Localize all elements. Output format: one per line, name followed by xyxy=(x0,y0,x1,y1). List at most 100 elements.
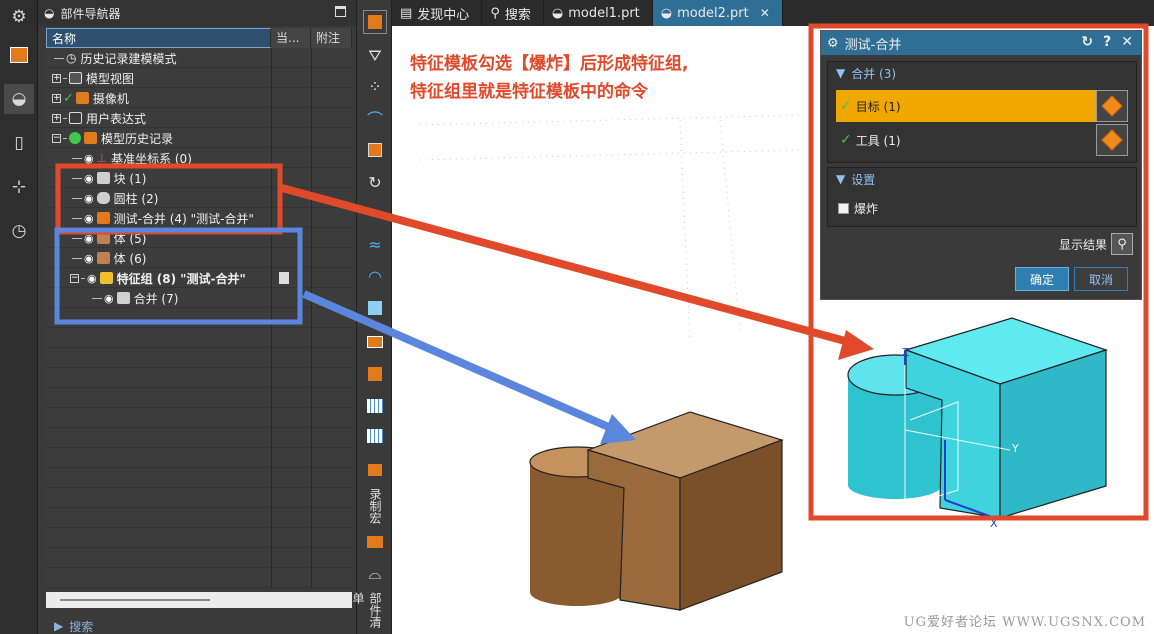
horizontal-scrollbar[interactable] xyxy=(46,592,352,608)
column-note[interactable]: 附注 xyxy=(311,28,352,48)
tree-row-feature-group[interactable]: − ◉ 特征组 (8) "测试-合并" xyxy=(46,268,352,288)
camera-icon xyxy=(75,92,89,104)
tree-row-user-expressions[interactable]: + 用户表达式 xyxy=(46,108,352,128)
cube-icon xyxy=(1101,129,1123,151)
tree-row-cameras[interactable]: + ✓ 摄像机 xyxy=(46,88,352,108)
attribute-tool-icon[interactable] xyxy=(363,362,387,386)
eye-icon[interactable]: ◉ xyxy=(84,252,94,265)
collapse-icon[interactable]: − xyxy=(52,133,61,143)
expand-icon[interactable]: + xyxy=(52,113,61,123)
triangle-down-icon: ▼ xyxy=(836,172,846,186)
navigator-tree: ◷ 历史记录建模模式 + 模型视图 + ✓ 摄像机 + 用户表达式 − 模型历史… xyxy=(46,48,352,588)
check-icon: ✓ xyxy=(840,98,852,114)
check-icon: ✓ xyxy=(63,90,74,106)
expand-icon[interactable]: + xyxy=(52,93,61,103)
cut-tool-icon[interactable]: ⌓ xyxy=(363,562,387,586)
search-section[interactable]: ▶ 搜索 xyxy=(46,618,352,634)
book-tool-icon[interactable] xyxy=(363,330,387,354)
assembly-navigator-icon[interactable] xyxy=(4,40,34,70)
eye-icon[interactable]: ◉ xyxy=(87,272,97,285)
tree-row-cylinder[interactable]: ◉ 圆柱 (2) xyxy=(46,188,352,208)
reset-icon[interactable]: ↻ xyxy=(1081,34,1093,50)
tree-row-history-mode[interactable]: ◷ 历史记录建模模式 xyxy=(46,48,352,68)
table-tool-icon[interactable] xyxy=(363,394,387,418)
record-macro-label[interactable]: 录制宏 xyxy=(366,488,384,524)
close-icon[interactable]: ✕ xyxy=(760,6,770,20)
collapse-icon[interactable]: − xyxy=(70,273,79,283)
part-navigator-icon[interactable]: ◒ xyxy=(4,84,34,114)
part-icon: ◒ xyxy=(551,5,564,21)
constraint-navigator-icon[interactable]: ⊹ xyxy=(4,172,34,202)
tree-row-body-5[interactable]: ◉ 体 (5) xyxy=(46,228,352,248)
spline-tool-icon[interactable]: ≈ xyxy=(363,232,387,256)
body-icon xyxy=(96,252,110,264)
part-list-label[interactable]: 部件清单 xyxy=(351,592,384,634)
tab-model2[interactable]: ◒ model2.prt ✕ xyxy=(652,0,783,26)
navigator-title-bar: ◒ 部件导航器 xyxy=(38,0,356,26)
group-status-icon xyxy=(279,272,289,284)
explode-checkbox[interactable] xyxy=(838,203,849,214)
column-current[interactable]: 当... xyxy=(271,28,311,48)
reuse-library-icon[interactable]: ▯ xyxy=(4,128,34,158)
expand-icon[interactable]: + xyxy=(52,73,61,83)
select-body-button[interactable] xyxy=(1096,124,1128,156)
body-icon xyxy=(96,232,110,244)
eye-icon[interactable]: ◉ xyxy=(84,152,94,165)
target-selector[interactable]: ✓ 目标 (1) xyxy=(836,90,1128,122)
curve-tool-icon[interactable]: ⌒ xyxy=(363,106,387,130)
document-tabs: ▤ 发现中心 ⚲ 搜索 ◒ model1.prt ◒ model2.prt ✕ xyxy=(392,0,1154,26)
dialog-title-bar: ⚙ 测试-合并 ↻ ? ✕ xyxy=(821,31,1141,55)
select-body-button[interactable] xyxy=(1096,90,1128,122)
tree-row-datum-csys[interactable]: ◉ ⊥ 基准坐标系 (0) xyxy=(46,148,352,168)
tool-selector[interactable]: ✓ 工具 (1) xyxy=(836,124,1128,156)
close-icon[interactable]: ✕ xyxy=(1121,34,1133,50)
mesh-tool-icon[interactable] xyxy=(363,296,387,320)
feature-template-icon xyxy=(96,212,110,224)
tree-row-unite[interactable]: ◉ 合并 (7) xyxy=(46,288,352,308)
rotate-tool-icon[interactable]: ↻ xyxy=(363,170,387,194)
eye-icon[interactable]: ◉ xyxy=(104,292,114,305)
gear-icon[interactable]: ⚙ xyxy=(4,2,34,32)
eye-icon[interactable]: ◉ xyxy=(84,172,94,185)
tree-row-block[interactable]: ◉ 块 (1) xyxy=(46,168,352,188)
surface-tool-icon[interactable]: ◠ xyxy=(363,264,387,288)
tab-search[interactable]: ⚲ 搜索 xyxy=(482,0,544,26)
tree-row-body-6[interactable]: ◉ 体 (6) xyxy=(46,248,352,268)
watermark: UG爱好者论坛 WWW.UGSNX.COM xyxy=(903,615,1146,630)
check-icon: ✓ xyxy=(840,132,852,148)
search-icon: ⚲ xyxy=(490,5,500,21)
cancel-button[interactable]: 取消 xyxy=(1074,267,1128,291)
magnifier-icon[interactable]: ⚲ xyxy=(1111,233,1133,255)
block-tool-icon[interactable] xyxy=(363,10,387,34)
navigator-icon: ◒ xyxy=(44,6,55,20)
settings-section-header[interactable]: ▼ 设置 xyxy=(828,168,1136,190)
tree-row-model-history[interactable]: − 模型历史记录 xyxy=(46,128,352,148)
maximize-icon[interactable] xyxy=(335,6,346,17)
points-tool-icon[interactable]: ⁘ xyxy=(363,74,387,98)
tree-row-model-views[interactable]: + 模型视图 xyxy=(46,68,352,88)
dialog-title: 测试-合并 xyxy=(844,37,902,53)
explode-option[interactable]: 爆炸 xyxy=(838,200,878,217)
csys-icon: ⊥ xyxy=(96,151,108,165)
eye-icon[interactable]: ◉ xyxy=(84,232,94,245)
eye-icon[interactable]: ◉ xyxy=(84,212,94,225)
ok-button[interactable]: 确定 xyxy=(1015,267,1069,291)
history-icon[interactable]: ◷ xyxy=(4,216,34,246)
column-name[interactable]: 名称 xyxy=(46,28,271,48)
tab-discovery-center[interactable]: ▤ 发现中心 xyxy=(392,0,483,26)
macro-tool-icon[interactable] xyxy=(363,458,387,482)
tab-model1[interactable]: ◒ model1.prt xyxy=(544,0,653,26)
tree-row-test-merge[interactable]: ◉ 测试-合并 (4) "测试-合并" xyxy=(46,208,352,228)
eye-icon[interactable]: ◉ xyxy=(84,192,94,205)
triangle-right-icon: ▶ xyxy=(54,619,64,633)
part-list-tool-icon[interactable] xyxy=(363,530,387,554)
merge-section-header[interactable]: ▼ 合并 (3) xyxy=(828,62,1136,84)
solid-tool-icon[interactable] xyxy=(363,138,387,162)
spreadsheet-tool-icon[interactable] xyxy=(363,424,387,448)
wave-tool-icon[interactable]: ∼ xyxy=(363,200,387,224)
cube-icon xyxy=(1101,95,1123,117)
datum-tool-icon[interactable]: ⛛ xyxy=(363,44,387,68)
part-navigator-panel: ◒ 部件导航器 名称 当... 附注 ◷ 历史记录建模模式 + 模型视图 + ✓ xyxy=(38,0,356,634)
help-icon[interactable]: ? xyxy=(1103,34,1111,50)
part-icon: ◒ xyxy=(660,5,673,21)
